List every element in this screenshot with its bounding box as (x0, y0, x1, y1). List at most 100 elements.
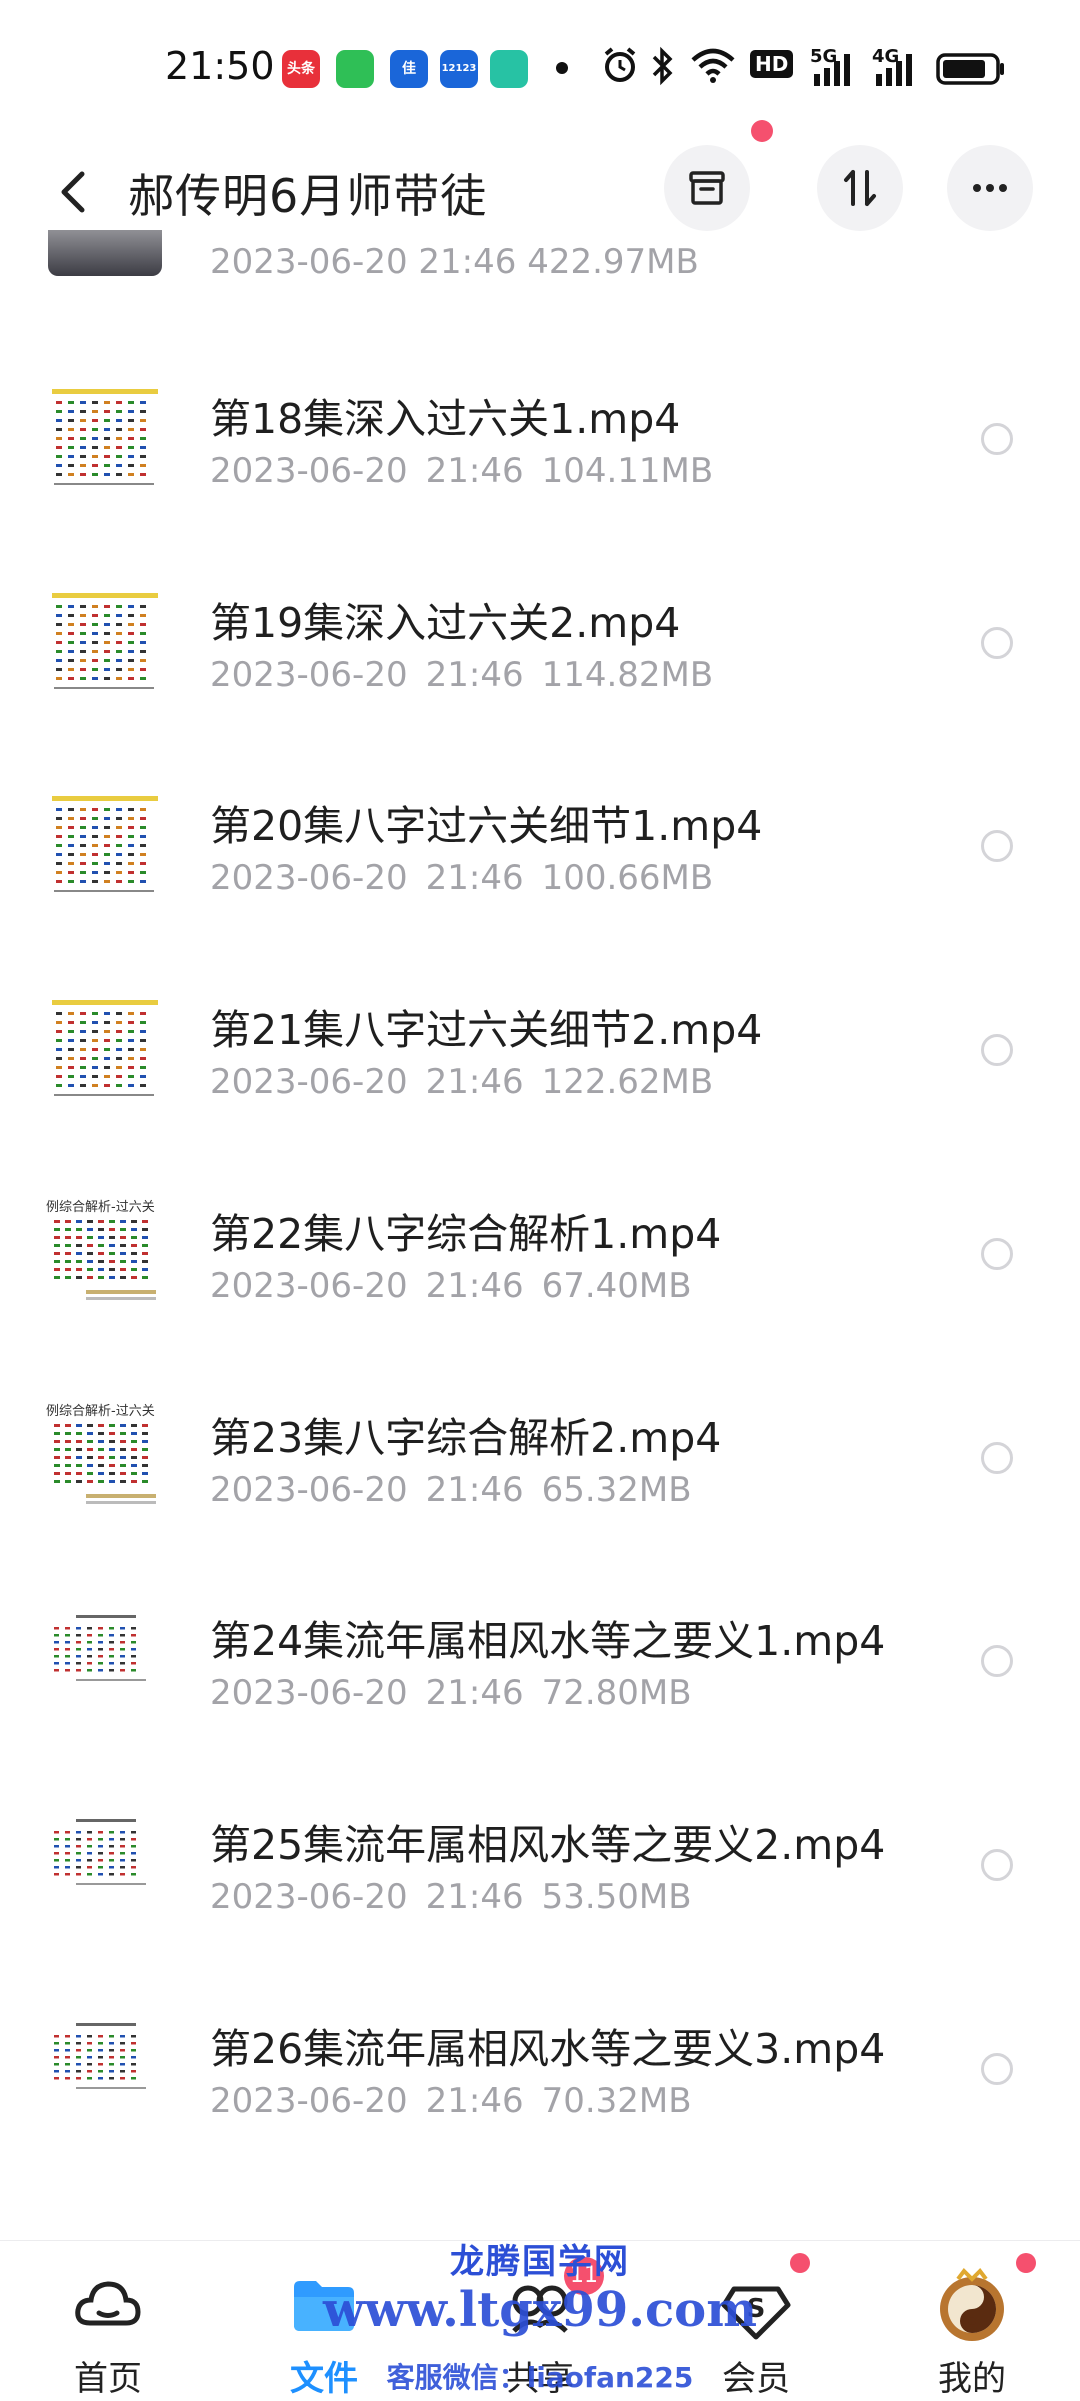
file-size: 72.80MB (541, 1673, 692, 1714)
nav-share-label: 共享 (506, 2359, 574, 2399)
signal-4g-icon (876, 54, 912, 86)
file-size: 122.62MB (541, 1062, 714, 1103)
more-dots-icon (973, 184, 1007, 192)
nav-vip[interactable]: S 会员 (676, 2241, 836, 2401)
list-item[interactable]: 第21集八字过六关细节2.mp4 2023-06-20 21:46 122.62MB (0, 950, 1080, 1154)
file-size: 114.82MB (541, 654, 714, 695)
list-item[interactable]: 第20集八字过六关细节1.mp4 2023-06-20 21:46 100.66MB (0, 746, 1080, 950)
list-item[interactable]: 第25集流年属相风水等之要义2.mp4 2023-06-20 21:46 53.50M… (0, 1765, 1080, 1969)
file-list[interactable]: 2023-06-20 21:46 422.97MB 第18集深入过六关1.mp4… (0, 230, 1080, 2230)
file-time: 21:46 (425, 1673, 524, 1714)
file-meta: 2023-06-20 21:46 100.66MB (210, 858, 713, 898)
list-item[interactable]: 第24集流年属相风水等之要义1.mp4 2023-06-20 21:46 72.80M… (0, 1561, 1080, 1765)
file-size: 100.66MB (541, 858, 714, 899)
file-name: 第22集八字综合解析1.mp4 (210, 1209, 722, 1258)
wifi-icon (691, 48, 735, 83)
app-green-icon (490, 50, 528, 88)
sort-icon (844, 170, 876, 206)
avatar-icon (940, 2267, 1004, 2341)
vip-notification-dot (790, 2253, 810, 2273)
nav-vip-label: 会员 (722, 2359, 790, 2399)
status-bar: 21:50 头条佳 12123 HD 5G 4G (0, 0, 1080, 130)
nav-home-label: 首页 (74, 2359, 142, 2399)
bottom-navigation: 首页 文件 11 共享 S 会员 我的 (0, 2240, 1080, 2400)
file-name: 第19集深入过六关2.mp4 (210, 598, 681, 647)
file-name: 第24集流年属相风水等之要义1.mp4 (210, 1617, 886, 1666)
sort-button[interactable] (817, 145, 903, 231)
file-date: 2023-06-20 (210, 858, 408, 899)
nav-home[interactable]: 首页 (28, 2241, 188, 2401)
nav-me-label: 我的 (938, 2359, 1006, 2399)
nav-files[interactable]: 文件 (244, 2241, 404, 2401)
video-thumbnail (46, 786, 164, 903)
file-time: 21:46 (425, 2080, 524, 2121)
toutiao-icon: 头条 (282, 50, 320, 88)
file-name: 第18集深入过六关1.mp4 (210, 395, 681, 443)
file-date: 2023-06-20 (210, 1265, 408, 1306)
video-thumbnail (46, 582, 164, 699)
video-thumbnail (46, 379, 164, 495)
select-checkbox[interactable] (981, 1034, 1013, 1067)
back-button[interactable] (48, 162, 98, 222)
file-name: 第23集八字综合解析2.mp4 (210, 1413, 722, 1462)
page-title: 郝传明6月师带徒 (128, 169, 488, 223)
alarm-icon (604, 47, 636, 82)
list-item[interactable]: 例综合解析-过六关第23集八字综合解析2.mp4 2023-06-20 21:46 6… (0, 1358, 1080, 1562)
file-time: 21:46 (425, 1062, 524, 1103)
archive-notification-dot (751, 120, 773, 142)
file-size: 53.50MB (541, 1876, 692, 1917)
select-checkbox[interactable] (981, 1237, 1013, 1270)
thumbnail-caption: 例综合解析-过六关 (46, 1403, 155, 1419)
select-checkbox[interactable] (981, 1848, 1013, 1881)
file-size: 65.32MB (541, 1469, 692, 1510)
file-meta: 2023-06-20 21:46 422.97MB (210, 242, 699, 282)
file-size: 67.40MB (541, 1265, 692, 1306)
file-time: 21:46 (425, 858, 524, 899)
dot-icon (556, 62, 568, 74)
share-badge: 11 (564, 2257, 604, 2295)
archive-icon (689, 171, 725, 205)
list-item-partial[interactable]: 2023-06-20 21:46 422.97MB (0, 230, 1080, 290)
file-name: 第20集八字过六关细节1.mp4 (210, 802, 763, 851)
messages-icon (336, 50, 374, 88)
vip-diamond-icon: S (721, 2286, 791, 2340)
file-meta: 2023-06-20 21:46 104.11MB (210, 451, 713, 491)
select-checkbox[interactable] (981, 423, 1013, 455)
file-meta: 2023-06-20 21:46 53.50MB (210, 1877, 692, 1917)
signal-5g-icon (814, 54, 850, 86)
video-thumbnail (46, 1601, 164, 1718)
select-checkbox[interactable] (981, 626, 1013, 659)
video-thumbnail: 例综合解析-过六关 (46, 1397, 164, 1514)
list-item[interactable]: 例综合解析-过六关 第22集八字综合解析1.mp4 2023-06-20 21:46 6… (0, 1154, 1080, 1358)
file-name: 第21集八字过六关细节2.mp4 (210, 1006, 763, 1055)
battery-icon (936, 53, 1004, 85)
file-date: 2023-06-20 (210, 654, 408, 695)
file-meta: 2023-06-20 21:46 122.62MB (210, 1062, 713, 1102)
video-thumbnail (48, 230, 162, 276)
select-checkbox[interactable] (981, 2052, 1013, 2085)
select-checkbox[interactable] (981, 1645, 1013, 1678)
list-item[interactable]: 第19集深入过六关2.mp4 2023-06-20 21:46 114.82MB (0, 543, 1080, 747)
file-meta: 2023-06-20 21:46 65.32MB (210, 1470, 692, 1510)
nav-me[interactable]: 我的 (892, 2241, 1052, 2401)
folder-icon (294, 2281, 354, 2331)
chevron-left-icon (61, 171, 85, 213)
select-checkbox[interactable] (981, 830, 1013, 863)
video-thumbnail (46, 990, 164, 1107)
app-jia-icon: 佳 (390, 50, 428, 88)
file-name: 第25集流年属相风水等之要义2.mp4 (210, 1820, 886, 1869)
list-item[interactable]: 第18集深入过六关1.mp4 2023-06-20 21:46 104.11MB (0, 339, 1080, 543)
list-item[interactable]: 第26集流年属相风水等之要义3.mp4 2023-06-20 21:46 70.32M… (0, 1969, 1080, 2173)
file-date: 2023-06-20 (210, 1876, 408, 1917)
file-meta: 2023-06-20 21:46 72.80MB (210, 1673, 692, 1713)
nav-share[interactable]: 11 共享 (460, 2241, 620, 2401)
more-button[interactable] (947, 145, 1033, 231)
app-12123-icon: 12123 (440, 50, 478, 88)
video-thumbnail (46, 1804, 164, 1921)
me-notification-dot (1016, 2253, 1036, 2273)
cloud-home-icon (75, 2281, 141, 2326)
select-checkbox[interactable] (981, 1441, 1013, 1474)
file-meta: 2023-06-20 21:46 70.32MB (210, 2081, 692, 2121)
file-meta: 2023-06-20 21:46 67.40MB (210, 1266, 692, 1306)
archive-button[interactable] (664, 145, 750, 231)
